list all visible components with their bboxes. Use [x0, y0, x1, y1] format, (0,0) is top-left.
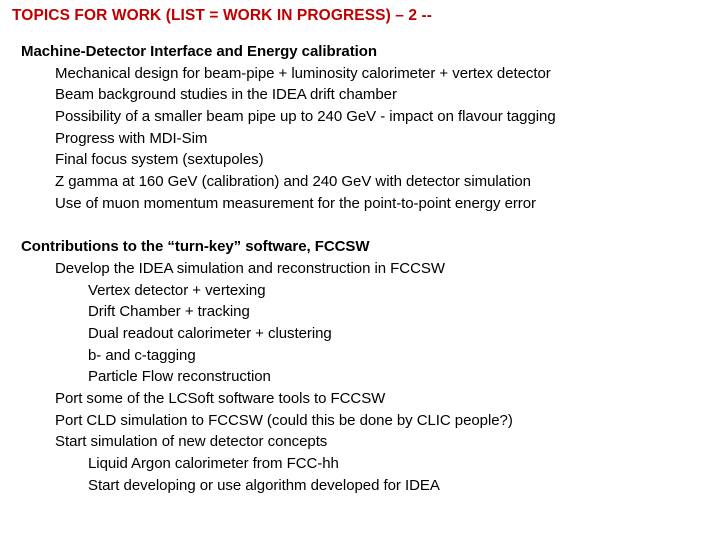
slide: TOPICS FOR WORK (LIST = WORK IN PROGRESS…	[0, 0, 720, 540]
bullet-item: Port some of the LCSoft software tools t…	[55, 390, 386, 407]
section-heading: Contributions to the “turn-key” software…	[21, 238, 370, 256]
bullet-item: Start developing or use algorithm develo…	[88, 476, 440, 494]
bullet-item: Beam background studies in the IDEA drif…	[55, 86, 397, 104]
bullet-item: Final focus system (sextupoles)	[55, 151, 264, 169]
bullet-item: Dual readout calorimeter + clustering	[88, 324, 332, 342]
bullet-item: Start simulation of new detector concept…	[55, 433, 328, 451]
bullet-item: Z gamma at 160 GeV (calibration) and 240…	[55, 173, 531, 191]
bullet-item: Progress with MDI-Sim	[55, 129, 208, 147]
bullet-item: Use of muon momentum measurement for the…	[55, 194, 536, 212]
bullet-item: Liquid Argon calorimeter from FCC-hh	[88, 455, 339, 473]
bullet-item: Mechanical design for beam-pipe + lumino…	[55, 64, 551, 82]
bullet-item: Port CLD simulation to FCCSW (could this…	[55, 411, 513, 429]
section-heading: Machine-Detector Interface and Energy ca…	[21, 43, 377, 60]
bullet-item: Drift Chamber + tracking	[88, 303, 250, 321]
page-title: TOPICS FOR WORK (LIST = WORK IN PROGRESS…	[12, 7, 433, 24]
bullet-item: Possibility of a smaller beam pipe up to…	[55, 108, 556, 126]
bullet-item: Particle Flow reconstruction	[88, 368, 271, 386]
bullet-item: b- and c-tagging	[88, 346, 196, 364]
slide-body: Machine-Detector Interface and Energy ca…	[0, 41, 720, 496]
bullet-item: Develop the IDEA simulation and reconstr…	[55, 259, 445, 277]
bullet-item: Vertex detector + vertexing	[88, 281, 266, 299]
